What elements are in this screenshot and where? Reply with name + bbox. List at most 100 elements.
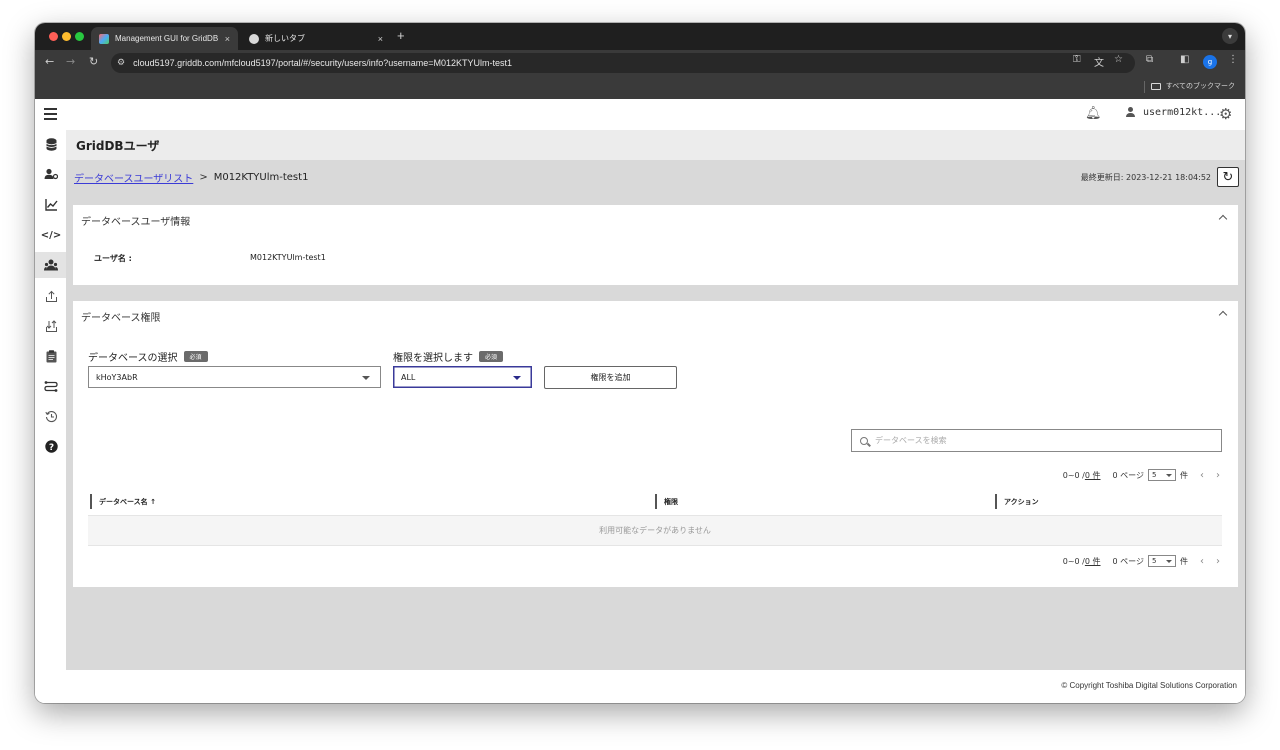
table-header: データベース名 ↑ 権限 アクション bbox=[88, 491, 1222, 513]
last-updated-text: 最終更新日: 2023-12-21 18:04:52 bbox=[1080, 173, 1211, 182]
per-page-select[interactable]: 5 bbox=[1148, 469, 1176, 481]
copyright-text: © Copyright Toshiba Digital Solutions Co… bbox=[1061, 681, 1237, 690]
chevron-down-icon bbox=[513, 376, 521, 380]
all-bookmarks-button[interactable]: すべてのブックマーク bbox=[1150, 81, 1235, 91]
column-header-privilege: 権限 bbox=[655, 491, 678, 513]
site-settings-icon[interactable]: ⚙ bbox=[117, 58, 125, 68]
user-menu[interactable]: userm012kt... bbox=[1125, 107, 1221, 118]
bookmark-star-icon[interactable]: ☆ bbox=[1114, 54, 1123, 65]
prev-page-icon[interactable]: ‹ bbox=[1200, 470, 1204, 481]
per-page-value: 5 bbox=[1152, 557, 1157, 565]
refresh-button[interactable]: ↻ bbox=[1217, 167, 1239, 187]
pager-pages: 0 ページ bbox=[1112, 470, 1144, 480]
import-icon[interactable] bbox=[43, 318, 59, 334]
user-info-panel: データベースユーザ情報 ユーザ名 : M012KTYUlm-test1 bbox=[73, 205, 1238, 285]
pagination-top: 0~0 / 0 件 0 ページ 5 件 ‹ › bbox=[1063, 469, 1220, 481]
upload-icon[interactable] bbox=[43, 288, 59, 304]
database-select[interactable]: kHoY3AbR bbox=[88, 366, 381, 388]
footer: © Copyright Toshiba Digital Solutions Co… bbox=[66, 670, 1245, 703]
pager-range: 0~0 / bbox=[1062, 470, 1085, 480]
password-key-icon[interactable]: ⚿ bbox=[1073, 54, 1081, 65]
clipboard-icon[interactable] bbox=[43, 348, 59, 364]
username-label: userm012kt... bbox=[1143, 107, 1222, 118]
collapse-chevron-up-icon[interactable] bbox=[1218, 212, 1228, 222]
tab-title: Management GUI for GridDB bbox=[115, 34, 219, 43]
person-icon bbox=[1125, 107, 1136, 118]
required-badge: 必須 bbox=[183, 351, 208, 362]
address-url: cloud5197.griddb.com/mfcloud5197/portal/… bbox=[133, 58, 513, 68]
all-bookmarks-label: すべてのブックマーク bbox=[1165, 82, 1235, 90]
search-icon bbox=[860, 436, 868, 445]
notification-bell-icon[interactable]: 🔔︎ bbox=[1085, 106, 1102, 121]
tab-close-icon[interactable]: × bbox=[378, 34, 383, 44]
add-privilege-button[interactable]: 権限を追加 bbox=[544, 366, 677, 389]
next-page-icon[interactable]: › bbox=[1216, 556, 1220, 567]
folder-icon bbox=[1150, 82, 1161, 90]
tab-search-chevron-icon[interactable]: ▾ bbox=[1222, 28, 1238, 44]
breadcrumb-current: M012KTYUlm-test1 bbox=[213, 172, 309, 183]
tab-close-icon[interactable]: × bbox=[225, 34, 230, 44]
page-title-bar: GridDBユーザ bbox=[66, 130, 1245, 160]
back-arrow-icon[interactable]: ← bbox=[45, 55, 54, 68]
database-search[interactable] bbox=[851, 429, 1222, 452]
username-field-label: ユーザ名 : bbox=[94, 254, 132, 263]
close-window-button[interactable] bbox=[49, 32, 58, 41]
user-info-panel-title: データベースユーザ情報 bbox=[81, 217, 191, 228]
page-title: GridDBユーザ bbox=[76, 139, 160, 153]
column-header-database-name[interactable]: データベース名 ↑ bbox=[90, 491, 156, 513]
pager-range: 0~0 / bbox=[1062, 556, 1085, 566]
settings-gear-icon[interactable]: ⚙ bbox=[1219, 105, 1232, 123]
bookmarks-bar: すべてのブックマーク bbox=[35, 76, 1245, 99]
reload-icon[interactable]: ↻ bbox=[89, 55, 98, 68]
database-search-input[interactable] bbox=[875, 436, 1175, 445]
prev-page-icon[interactable]: ‹ bbox=[1200, 556, 1204, 567]
new-tab-button[interactable]: + bbox=[397, 28, 405, 43]
tab-title: 新しいタブ bbox=[265, 34, 305, 43]
pager-total-count[interactable]: 0 件 bbox=[1085, 556, 1101, 567]
chrome-favicon-icon bbox=[249, 33, 259, 44]
side-navigation: </> ? bbox=[35, 130, 66, 703]
privilege-select[interactable]: ALL bbox=[393, 366, 532, 388]
workflow-icon[interactable] bbox=[43, 378, 59, 394]
griddb-app: 🔔︎ userm012kt... ⚙ </> ? GridDBユーザ データベー… bbox=[35, 99, 1245, 703]
per-page-select[interactable]: 5 bbox=[1148, 555, 1176, 567]
privilege-select-label: 権限を選択します 必須 bbox=[393, 349, 504, 364]
browser-window: Management GUI for GridDB × 新しいタブ × + ▾ … bbox=[35, 23, 1245, 703]
users-icon[interactable] bbox=[35, 252, 66, 278]
username-field-value: M012KTYUlm-test1 bbox=[250, 253, 326, 262]
next-page-icon[interactable]: › bbox=[1216, 470, 1220, 481]
pagination-bottom: 0~0 / 0 件 0 ページ 5 件 ‹ › bbox=[1063, 555, 1220, 567]
help-icon[interactable]: ? bbox=[43, 438, 59, 454]
browser-menu-icon[interactable]: ⋮ bbox=[1228, 54, 1238, 65]
translate-icon[interactable]: 文 bbox=[1094, 54, 1104, 69]
refresh-icon: ↻ bbox=[1222, 169, 1234, 185]
breadcrumb-separator: > bbox=[199, 172, 208, 183]
forward-arrow-icon[interactable]: → bbox=[66, 55, 75, 68]
database-icon[interactable] bbox=[43, 136, 59, 152]
pager-total-count[interactable]: 0 件 bbox=[1085, 470, 1101, 481]
code-icon[interactable]: </> bbox=[41, 227, 61, 243]
tab-new-tab[interactable]: 新しいタブ × bbox=[241, 27, 391, 50]
extensions-icon[interactable]: ⧉ bbox=[1146, 54, 1153, 65]
chart-line-icon[interactable] bbox=[43, 196, 59, 212]
app-bar: 🔔︎ userm012kt... ⚙ bbox=[35, 99, 1245, 130]
user-settings-icon[interactable] bbox=[43, 166, 59, 182]
per-page-unit: 件 bbox=[1180, 556, 1188, 566]
profile-avatar[interactable]: g bbox=[1203, 55, 1217, 69]
tab-management-gui[interactable]: Management GUI for GridDB × bbox=[91, 27, 238, 50]
db-privilege-panel: データベース権限 データベースの選択 必須 kHoY3AbR 権限を選択します … bbox=[73, 301, 1238, 587]
zoom-window-button[interactable] bbox=[75, 32, 84, 41]
address-bar[interactable]: ⚙ cloud5197.griddb.com/mfcloud5197/porta… bbox=[111, 53, 1135, 73]
breadcrumb-user-list-link[interactable]: データベースユーザリスト bbox=[74, 170, 193, 185]
menu-hamburger-icon[interactable] bbox=[44, 108, 57, 120]
chevron-down-icon bbox=[1166, 560, 1172, 563]
database-select-value: kHoY3AbR bbox=[96, 372, 138, 382]
history-icon[interactable] bbox=[43, 408, 59, 424]
breadcrumb: データベースユーザリスト > M012KTYUlm-test1 bbox=[74, 170, 308, 185]
side-panel-icon[interactable]: ◧ bbox=[1180, 54, 1189, 65]
minimize-window-button[interactable] bbox=[62, 32, 71, 41]
collapse-chevron-up-icon[interactable] bbox=[1218, 308, 1228, 318]
db-privilege-panel-title: データベース権限 bbox=[81, 313, 161, 324]
svg-text:?: ? bbox=[48, 442, 53, 452]
required-badge: 必須 bbox=[479, 351, 504, 362]
